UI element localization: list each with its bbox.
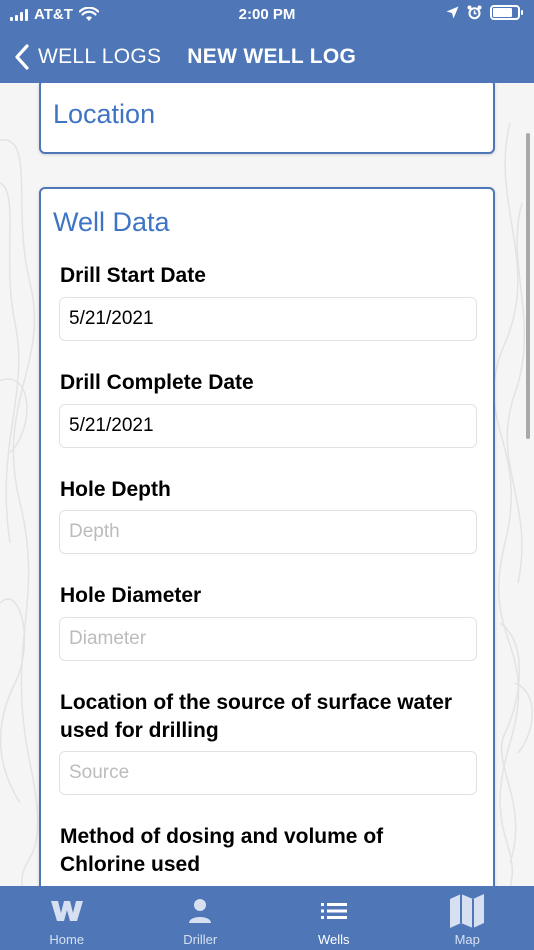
status-right	[446, 5, 523, 20]
water-source-label-line2: used for drilling	[60, 719, 219, 742]
person-icon	[188, 894, 212, 928]
location-arrow-icon	[446, 6, 459, 19]
back-button[interactable]: WELL LOGS	[14, 43, 162, 70]
home-w-logo-icon	[50, 894, 84, 928]
hole-diameter-label: Hole Diameter	[60, 584, 202, 607]
header: AT&T 2:00 PM WELL LOGS NEW WELL LOG	[0, 0, 534, 83]
tab-map[interactable]: Map	[401, 886, 534, 950]
location-card[interactable]: Location	[39, 83, 495, 154]
back-label: WELL LOGS	[38, 44, 162, 68]
location-card-title: Location	[53, 99, 156, 129]
hole-depth-label: Hole Depth	[60, 478, 171, 501]
tab-wells[interactable]: Wells	[267, 886, 401, 950]
tab-driller-label: Driller	[183, 932, 218, 947]
water-source-input[interactable]	[59, 751, 477, 795]
list-icon	[320, 894, 347, 928]
water-source-label-line1: Location of the source of surface water	[60, 691, 453, 714]
chevron-left-icon	[15, 43, 29, 70]
chlorine-method-label-line2: Chlorine used	[60, 853, 201, 876]
tab-home-label: Home	[49, 932, 85, 947]
drill-start-date-label: Drill Start Date	[60, 264, 206, 287]
battery-icon	[490, 5, 523, 20]
well-data-card: Well Data Drill Start Date Drill Complet…	[39, 187, 495, 886]
tab-wells-label: Wells	[317, 932, 350, 947]
tab-bar: Home Driller Wells Map	[0, 886, 534, 950]
page-title: NEW WELL LOG	[187, 44, 357, 68]
hole-depth-input[interactable]	[59, 510, 477, 554]
drill-complete-date-input[interactable]	[59, 404, 477, 448]
well-data-card-title: Well Data	[53, 207, 170, 237]
drill-complete-date-label: Drill Complete Date	[60, 371, 254, 394]
status-bar: AT&T 2:00 PM	[0, 0, 534, 30]
form-scroll-area[interactable]: Location Well Data Drill Start Date Dril…	[0, 83, 534, 886]
chlorine-method-label-line1: Method of dosing and volume of	[60, 825, 384, 848]
drill-start-date-input[interactable]	[59, 297, 477, 341]
chlorine-method-label: Method of dosing and volume of Chlorine …	[60, 823, 383, 879]
alarm-icon	[467, 5, 482, 20]
scrollbar[interactable]	[526, 133, 530, 439]
tab-driller[interactable]: Driller	[134, 886, 268, 950]
tab-map-label: Map	[454, 932, 480, 947]
tab-home[interactable]: Home	[0, 886, 134, 950]
water-source-label: Location of the source of surface water …	[60, 689, 452, 745]
map-icon	[449, 894, 485, 928]
hole-diameter-input[interactable]	[59, 617, 477, 661]
nav-bar: WELL LOGS NEW WELL LOG	[0, 30, 534, 83]
